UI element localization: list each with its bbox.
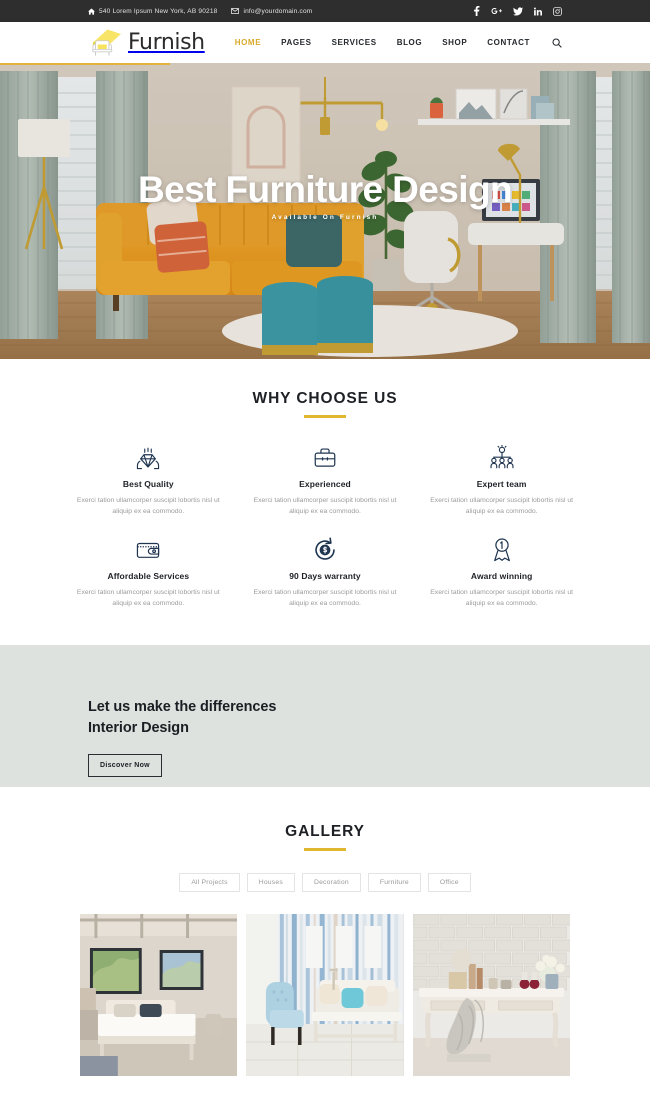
feature-title: Award winning xyxy=(470,570,533,581)
feature-card: Affordable Services Exerci tation ullamc… xyxy=(60,536,237,609)
wallet-icon xyxy=(70,536,227,564)
top-info-bar: 540 Lorem Ipsum New York, AB 90218 info@… xyxy=(0,0,650,22)
team-idea-icon xyxy=(423,444,580,472)
feature-card: Best Quality Exerci tation ullamcorper s… xyxy=(60,444,237,517)
hero-text-overlay: Best Furniture Design Available On Furni… xyxy=(0,63,650,359)
gallery-underline xyxy=(304,848,346,851)
quality-hands-diamond-icon xyxy=(70,444,227,472)
why-choose-us-title: WHY CHOOSE US xyxy=(252,390,398,407)
site-logo[interactable]: Furnish xyxy=(88,28,205,58)
cta-heading: Let us make the differences Interior Des… xyxy=(88,697,650,738)
topbar-contact-group: 540 Lorem Ipsum New York, AB 90218 info@… xyxy=(88,8,312,15)
feature-title: Experienced xyxy=(299,478,351,489)
gallery-grid xyxy=(80,913,570,1076)
award-ribbon-icon xyxy=(423,536,580,564)
gallery-filter-decoration[interactable]: Decoration xyxy=(301,872,361,892)
twitter-icon[interactable] xyxy=(513,6,523,16)
cta-band: Let us make the differences Interior Des… xyxy=(0,645,650,788)
topbar-email[interactable]: info@yourdomain.com xyxy=(231,8,312,15)
gallery-image-bedroom[interactable] xyxy=(80,913,238,1076)
nav-item-contact[interactable]: CONTACT xyxy=(487,38,530,47)
topbar-address-text: 540 Lorem Ipsum New York, AB 90218 xyxy=(99,7,218,15)
gallery-filter-furniture[interactable]: Furniture xyxy=(367,872,421,892)
nav-item-pages[interactable]: PAGES xyxy=(281,38,311,47)
feature-card: Expert team Exerci tation ullamcorper su… xyxy=(413,444,590,517)
money-back-icon xyxy=(247,536,404,564)
main-navigation: HOME PAGES SERVICES BLOG SHOP CONTACT xyxy=(235,37,562,48)
feature-title: Expert team xyxy=(476,478,527,489)
feature-description: Exerci tation ullamcorper suscipit lobor… xyxy=(430,588,574,608)
armchair-logo-icon xyxy=(88,28,124,58)
topbar-social-links xyxy=(473,6,562,16)
feature-title: 90 Days warranty xyxy=(289,570,361,581)
gallery-filter-bar: All Projects Houses Decoration Furniture… xyxy=(0,872,650,892)
cta-heading-line2: Interior Design xyxy=(88,719,189,736)
envelope-icon xyxy=(231,8,240,14)
discover-now-button[interactable]: Discover Now xyxy=(88,754,162,778)
linkedin-icon[interactable] xyxy=(534,7,542,16)
feature-title: Best Quality xyxy=(122,478,174,489)
feature-grid: Best Quality Exerci tation ullamcorper s… xyxy=(60,444,590,610)
gallery-title: GALLERY xyxy=(285,823,365,841)
search-icon[interactable] xyxy=(552,37,562,48)
instagram-icon[interactable] xyxy=(553,6,562,16)
cta-heading-line1: Let us make the differences xyxy=(88,699,277,716)
topbar-email-text: info@yourdomain.com xyxy=(243,7,313,15)
feature-description: Exerci tation ullamcorper suscipit lobor… xyxy=(253,496,397,515)
home-icon xyxy=(88,7,95,15)
gallery-image-living-room[interactable] xyxy=(246,913,404,1076)
gallery-image-console-table[interactable] xyxy=(412,913,570,1076)
feature-description: Exerci tation ullamcorper suscipit lobor… xyxy=(253,588,397,608)
feature-card: 90 Days warranty Exerci tation ullamcorp… xyxy=(237,536,414,609)
feature-card: Experienced Exerci tation ullamcorper su… xyxy=(237,444,414,517)
why-choose-us-section: WHY CHOOSE US Best Quality Exerci tation… xyxy=(0,359,650,646)
briefcase-icon xyxy=(247,444,404,472)
nav-item-blog[interactable]: BLOG xyxy=(397,38,423,47)
logo-text: Furnish xyxy=(128,29,205,55)
google-plus-icon[interactable] xyxy=(491,7,502,16)
nav-item-services[interactable]: SERVICES xyxy=(332,38,377,47)
topbar-address: 540 Lorem Ipsum New York, AB 90218 xyxy=(88,8,217,15)
nav-item-shop[interactable]: SHOP xyxy=(442,38,467,47)
hero-title: Best Furniture Design xyxy=(138,169,513,210)
gallery-filter-office[interactable]: Office xyxy=(427,872,471,892)
gallery-filter-all-projects[interactable]: All Projects xyxy=(179,872,240,892)
hero-banner: Best Furniture Design Available On Furni… xyxy=(0,63,650,359)
gallery-filter-houses[interactable]: Houses xyxy=(246,872,295,892)
facebook-icon[interactable] xyxy=(473,6,480,16)
gallery-section: GALLERY All Projects Houses Decoration F… xyxy=(0,787,650,1076)
site-header: Furnish HOME PAGES SERVICES BLOG SHOP CO… xyxy=(0,22,650,63)
hero-subtitle: Available On Furnish xyxy=(271,214,379,221)
feature-card: Award winning Exerci tation ullamcorper … xyxy=(413,536,590,609)
feature-description: Exerci tation ullamcorper suscipit lobor… xyxy=(76,588,220,608)
why-choose-us-underline xyxy=(304,415,346,418)
feature-title: Affordable Services xyxy=(107,570,190,581)
feature-description: Exerci tation ullamcorper suscipit lobor… xyxy=(76,496,220,515)
feature-description: Exerci tation ullamcorper suscipit lobor… xyxy=(430,496,574,515)
nav-item-home[interactable]: HOME xyxy=(235,38,261,47)
